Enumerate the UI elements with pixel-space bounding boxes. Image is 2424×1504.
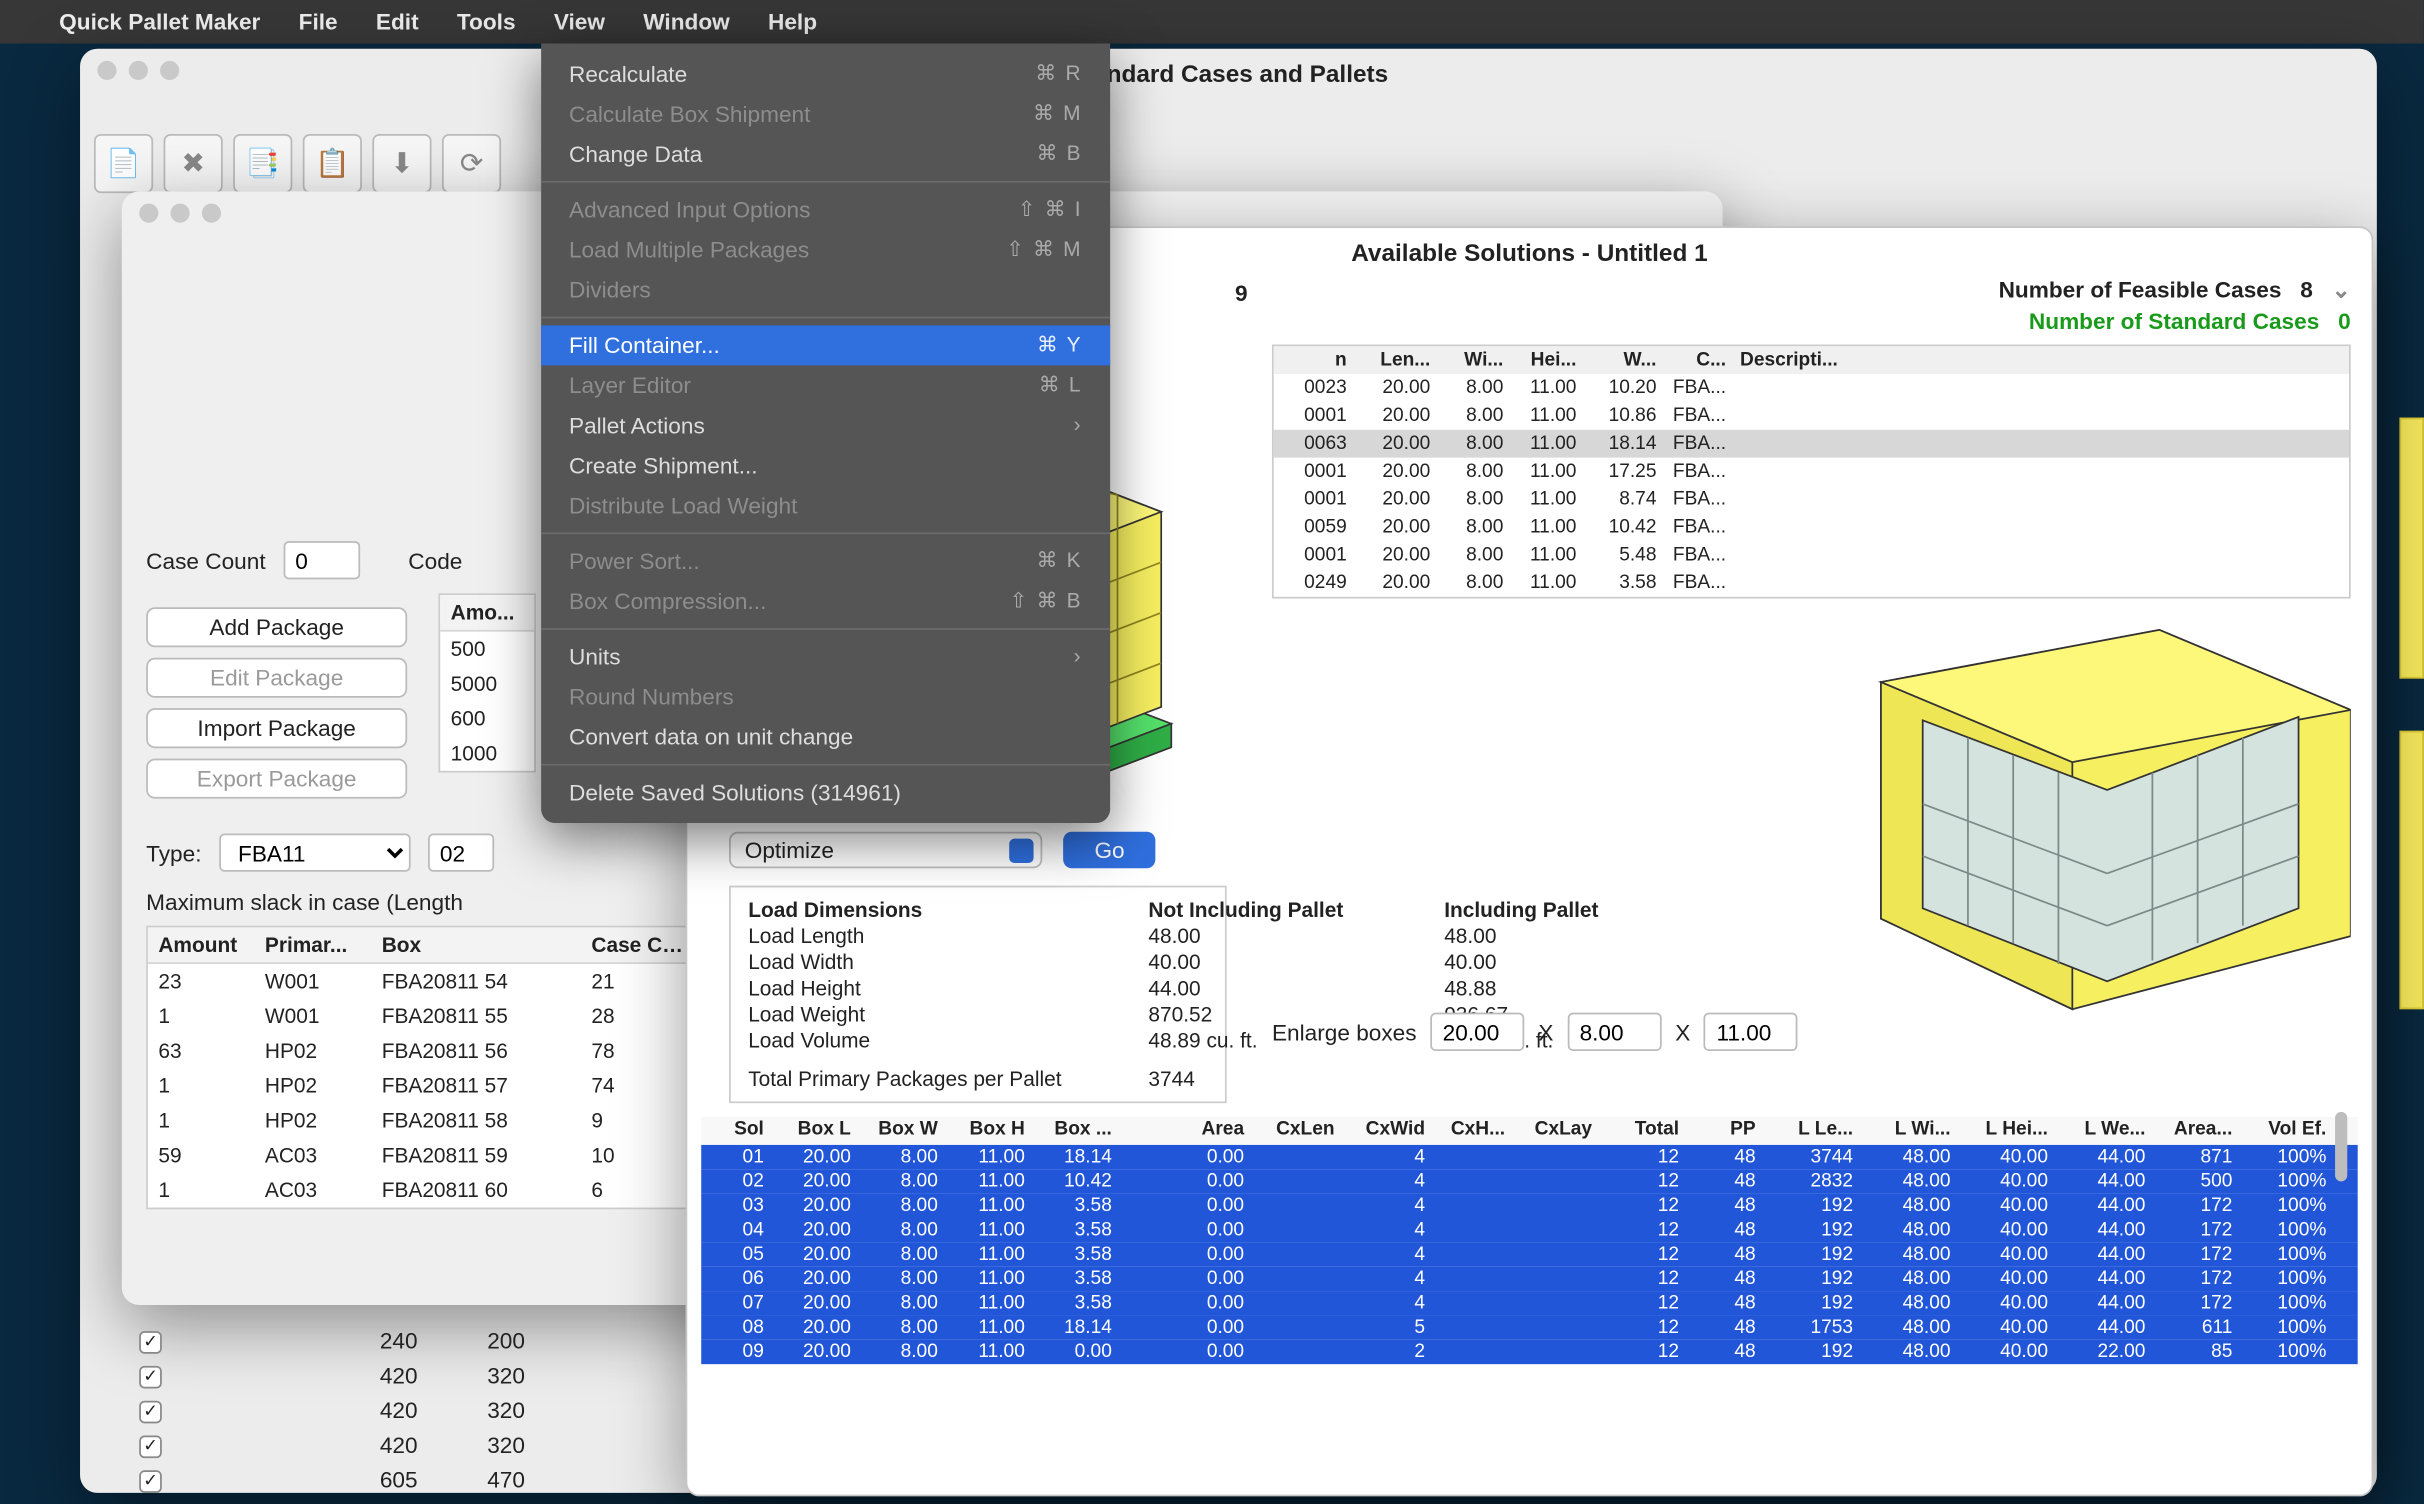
- table-row[interactable]: 0520.008.0011.003.580.004124819248.0040.…: [701, 1242, 2357, 1266]
- table-row[interactable]: 0820.008.0011.0018.140.0051248175348.004…: [701, 1315, 2357, 1339]
- solutions-grid[interactable]: SolBox LBox WBox HBox ...AreaCxLenCxWidC…: [701, 1117, 2357, 1364]
- chevron-down-icon[interactable]: ⌄: [2332, 277, 2351, 303]
- menu-edit[interactable]: Edit: [376, 9, 419, 35]
- amount-list[interactable]: Amo... 500 5000 600 1000: [438, 593, 535, 772]
- menu-item[interactable]: Units›: [541, 637, 1110, 677]
- menu-item[interactable]: Fill Container...⌘ Y: [541, 325, 1110, 365]
- feasible-pallets-count: 9: [1235, 280, 1248, 306]
- menu-view[interactable]: View: [554, 9, 605, 35]
- type-label: Type:: [146, 840, 201, 866]
- menu-item[interactable]: Recalculate⌘ R: [541, 54, 1110, 94]
- import-package-button[interactable]: Import Package: [146, 708, 407, 748]
- case-count-label: Case Count: [146, 547, 265, 573]
- table-row[interactable]: 000120.008.0011.0017.25FBA...: [1274, 458, 2349, 486]
- window-title: Standard Cases and Pallets: [80, 59, 2377, 87]
- enlarge-x[interactable]: [1430, 1013, 1524, 1051]
- case-preview: [1864, 612, 2351, 1012]
- table-row[interactable]: 1HP02FBA20811 589: [148, 1103, 701, 1138]
- table-row[interactable]: 1AC03FBA20811 606: [148, 1173, 701, 1208]
- table-row[interactable]: 000120.008.0011.008.74FBA...: [1274, 485, 2349, 513]
- export-icon[interactable]: ⬇: [372, 134, 431, 193]
- add-package-button[interactable]: Add Package: [146, 607, 407, 647]
- copy-icon[interactable]: 📑: [233, 134, 292, 193]
- menu-file[interactable]: File: [299, 9, 338, 35]
- optimize-select[interactable]: Optimize: [729, 832, 1042, 869]
- menu-item: Layer Editor⌘ L: [541, 365, 1110, 405]
- table-row[interactable]: 0320.008.0011.003.580.004124819248.0040.…: [701, 1194, 2357, 1218]
- menu-item[interactable]: Change Data⌘ B: [541, 134, 1110, 174]
- scrollbar[interactable]: [2335, 1112, 2347, 1182]
- code-label: Code: [408, 547, 462, 573]
- case-table[interactable]: nLen...Wi...Hei...W...C...Descripti... 0…: [1272, 345, 2351, 599]
- enlarge-y[interactable]: [1567, 1013, 1661, 1051]
- home-icon[interactable]: ⟳: [442, 134, 501, 193]
- type-suffix-input[interactable]: [428, 833, 494, 871]
- enlarge-z[interactable]: [1704, 1013, 1798, 1051]
- menu-item: Advanced Input Options⇧ ⌘ I: [541, 190, 1110, 230]
- menu-item: Box Compression...⇧ ⌘ B: [541, 581, 1110, 621]
- menu-window[interactable]: Window: [643, 9, 729, 35]
- checkbox-icon[interactable]: ✓: [139, 1470, 162, 1493]
- enlarge-label: Enlarge boxes: [1272, 1019, 1417, 1045]
- menu-item[interactable]: Pallet Actions›: [541, 405, 1110, 445]
- edit-package-button[interactable]: Edit Package: [146, 658, 407, 698]
- package-table[interactable]: Amount Primar... Box Case Cour 23W001FBA…: [146, 926, 703, 1210]
- table-row[interactable]: 0620.008.0011.003.580.004124819248.0040.…: [701, 1267, 2357, 1291]
- table-row[interactable]: 59AC03FBA20811 5910: [148, 1138, 701, 1173]
- table-row[interactable]: 005920.008.0011.0010.42FBA...: [1274, 513, 2349, 541]
- menu-item: Load Multiple Packages⇧ ⌘ M: [541, 230, 1110, 270]
- checkbox-icon[interactable]: ✓: [139, 1331, 162, 1354]
- new-icon[interactable]: 📄: [94, 134, 153, 193]
- menu-item: Calculate Box Shipment⌘ M: [541, 94, 1110, 134]
- menu-item: Round Numbers: [541, 677, 1110, 717]
- tools-menu[interactable]: Recalculate⌘ RCalculate Box Shipment⌘ MC…: [541, 44, 1110, 824]
- menu-item: Power Sort...⌘ K: [541, 541, 1110, 581]
- table-row[interactable]: 63HP02FBA20811 5678: [148, 1034, 701, 1069]
- menu-help[interactable]: Help: [768, 9, 817, 35]
- table-row[interactable]: 002320.008.0011.0010.20FBA...: [1274, 374, 2349, 402]
- table-row[interactable]: 0220.008.0011.0010.420.0041248283248.004…: [701, 1169, 2357, 1193]
- table-row[interactable]: 0720.008.0011.003.580.004124819248.0040.…: [701, 1291, 2357, 1315]
- go-button[interactable]: Go: [1063, 832, 1156, 869]
- table-row[interactable]: 0120.008.0011.0018.140.0041248374448.004…: [701, 1145, 2357, 1169]
- case-count-input[interactable]: [283, 541, 360, 579]
- table-row[interactable]: 024920.008.0011.003.58FBA...: [1274, 569, 2349, 597]
- menu-item: Dividers: [541, 270, 1110, 310]
- table-row[interactable]: ✓420300: [132, 1496, 1698, 1504]
- menu-item[interactable]: Delete Saved Solutions (314961): [541, 773, 1110, 813]
- table-row[interactable]: 1HP02FBA20811 5774: [148, 1068, 701, 1103]
- menu-item[interactable]: Create Shipment...: [541, 445, 1110, 485]
- menu-item: Distribute Load Weight: [541, 485, 1110, 525]
- table-row[interactable]: 0920.008.0011.000.000.002124819248.0040.…: [701, 1340, 2357, 1364]
- paste-icon[interactable]: 📋: [303, 134, 362, 193]
- delete-icon[interactable]: ✖: [164, 134, 223, 193]
- type-select[interactable]: FBA11: [219, 833, 410, 871]
- app-name[interactable]: Quick Pallet Maker: [59, 9, 260, 35]
- table-row[interactable]: 006320.008.0011.0018.14FBA...: [1274, 430, 2349, 458]
- load-dimensions: Load DimensionsNot Including PalletInclu…: [729, 886, 1227, 1104]
- table-row[interactable]: 0420.008.0011.003.580.004124819248.0040.…: [701, 1218, 2357, 1242]
- table-row[interactable]: 1W001FBA20811 5528: [148, 999, 701, 1034]
- table-row[interactable]: 23W001FBA20811 5421: [148, 964, 701, 999]
- checkbox-icon[interactable]: ✓: [139, 1436, 162, 1459]
- table-row[interactable]: 000120.008.0011.005.48FBA...: [1274, 541, 2349, 569]
- checkbox-icon[interactable]: ✓: [139, 1401, 162, 1424]
- menu-item[interactable]: Convert data on unit change: [541, 717, 1110, 757]
- export-package-button[interactable]: Export Package: [146, 759, 407, 799]
- checkbox-icon[interactable]: ✓: [139, 1366, 162, 1389]
- table-row[interactable]: 000120.008.0011.0010.86FBA...: [1274, 402, 2349, 430]
- menu-tools[interactable]: Tools: [457, 9, 516, 35]
